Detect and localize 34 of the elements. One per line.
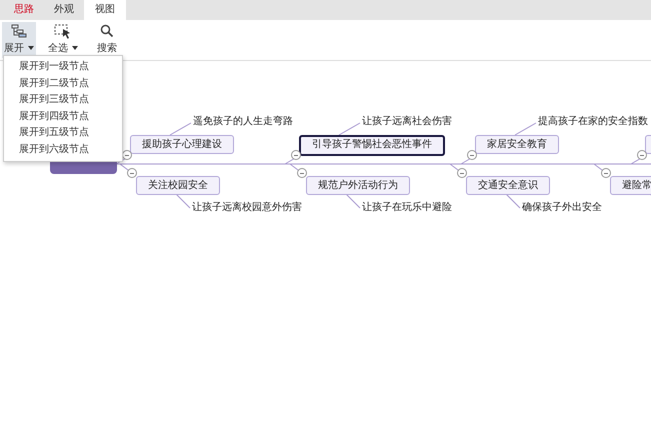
toolbar-button[interactable]: 搜索 <box>90 22 124 58</box>
tab[interactable]: 视图 <box>84 0 126 20</box>
leader-line <box>346 194 360 208</box>
topic-node[interactable]: 交通安全意识 <box>466 176 550 195</box>
toolbar-button[interactable]: 全选 <box>46 22 80 58</box>
menu-item[interactable]: 展开到二级节点 <box>4 76 122 92</box>
branch-note: 确保孩子外出安全 <box>522 201 602 215</box>
leader-line <box>506 194 520 208</box>
leader-line <box>514 122 536 136</box>
topic-node[interactable]: 引导孩子警惕社会恶性事件 <box>299 135 445 156</box>
branch-note: 提高孩子在家的安全指数 <box>538 115 648 129</box>
topic-node[interactable]: 避险常 <box>610 176 651 195</box>
topic-node[interactable]: 援助孩子心理建设 <box>130 135 234 154</box>
menu-item[interactable]: 展开到六级节点 <box>4 142 122 158</box>
branch-note: 让孩子远离社会伤害 <box>362 115 452 129</box>
tab[interactable]: 思路 <box>4 0 44 20</box>
menu-item[interactable]: 展开到四级节点 <box>4 108 122 125</box>
menu-item[interactable]: 展开到三级节点 <box>4 92 122 108</box>
leader-line <box>338 122 360 136</box>
menu-item[interactable]: 展开到五级节点 <box>4 125 122 142</box>
branch-note: 遥免孩子的人生走弯路 <box>193 115 293 129</box>
topic-node[interactable]: 规范户外活动行为 <box>306 176 410 195</box>
topic-node[interactable]: 关注校园安全 <box>136 176 220 195</box>
menu-item[interactable]: 展开到一级节点 <box>4 59 122 76</box>
toolbar-button[interactable]: 展开 <box>2 22 36 58</box>
branch-note: 让孩子远离校园意外伤害 <box>192 201 302 215</box>
topic-node[interactable]: 家居安全教育 <box>475 135 559 154</box>
tree-icon <box>11 24 27 39</box>
branch-note: 让孩子在玩乐中避险 <box>362 201 452 215</box>
leader-line <box>170 122 192 136</box>
selection-cursor-icon <box>54 24 72 39</box>
leader-line <box>176 194 190 208</box>
search-icon <box>100 24 114 39</box>
tab[interactable]: 外观 <box>44 0 84 20</box>
